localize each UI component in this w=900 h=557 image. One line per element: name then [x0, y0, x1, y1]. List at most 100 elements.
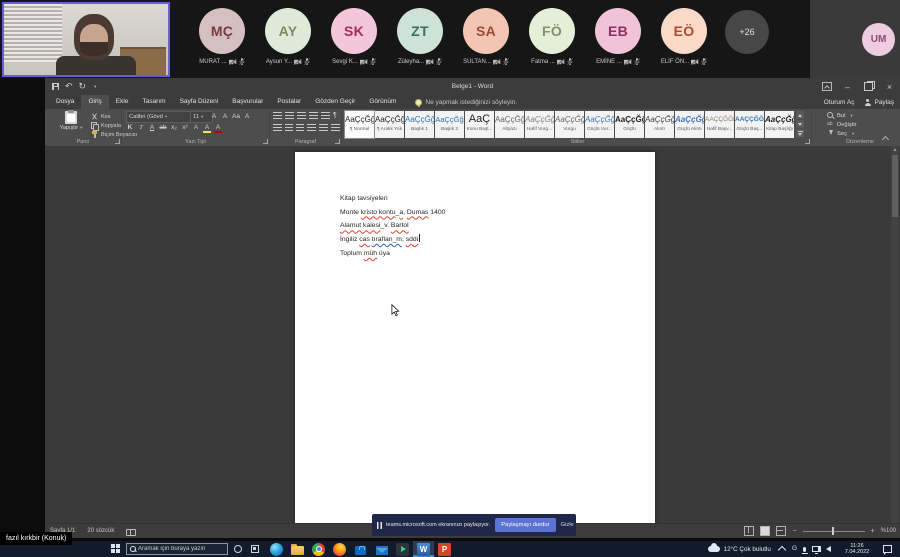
- ribbon-display-options-button[interactable]: [816, 78, 837, 95]
- zoom-level[interactable]: %100: [881, 528, 896, 534]
- read-mode-icon[interactable]: [744, 526, 754, 536]
- participant[interactable]: EÖ ELİF ÖN...: [651, 8, 717, 65]
- style-gallery-item[interactable]: AaÇçĞğ Başlık 1: [405, 111, 434, 138]
- justify-icon[interactable]: [307, 124, 316, 132]
- font-format-button[interactable]: A: [210, 112, 218, 121]
- tab-görünüm[interactable]: Görünüm: [362, 95, 403, 109]
- font-format-button[interactable]: A: [148, 123, 156, 132]
- font-format-button[interactable]: K: [126, 123, 134, 132]
- print-layout-icon[interactable]: [760, 526, 770, 536]
- document-line[interactable]: Monte kristo kontu_a, Dumas 1400: [340, 206, 620, 220]
- participant-avatar[interactable]: MÇ: [199, 8, 245, 54]
- firefox-app-button[interactable]: [329, 541, 350, 557]
- style-gallery-item[interactable]: AaÇçĞğHİ ¶ Aralık Yok: [375, 111, 404, 138]
- participant-avatar[interactable]: SA: [463, 8, 509, 54]
- bullet-list-icon[interactable]: [273, 112, 282, 120]
- font-format-button[interactable]: T: [137, 123, 145, 132]
- participant-avatar[interactable]: AY: [265, 8, 311, 54]
- file-explorer-app-button[interactable]: [287, 541, 308, 557]
- style-gallery-item[interactable]: AAÇÇĞĞH Hafif Başv...: [705, 111, 734, 138]
- chrome-app-button[interactable]: [308, 541, 329, 557]
- taskbar-search[interactable]: [126, 543, 228, 555]
- font-name-select[interactable]: Calibri (Gövd▾: [126, 111, 192, 123]
- align-right-icon[interactable]: [296, 124, 304, 132]
- style-gallery-item[interactable]: AaÇçĞğH Güçlü Vur...: [585, 111, 614, 138]
- powerpoint-app-button[interactable]: P: [434, 541, 455, 557]
- zoom-slider[interactable]: [803, 531, 865, 532]
- style-gallery-item[interactable]: AaÇçĞğH Güçlü: [615, 111, 644, 138]
- participant-avatar[interactable]: EB: [595, 8, 641, 54]
- style-gallery-item[interactable]: AaÇçĞğH Vurgu: [555, 111, 584, 138]
- participant[interactable]: EB EMİNE ...: [585, 8, 651, 65]
- style-gallery-item[interactable]: AAÇÇĞĞH Güçlü Baş...: [735, 111, 764, 138]
- tray-mic-icon[interactable]: [803, 547, 806, 552]
- decrease-indent-icon[interactable]: [309, 112, 318, 120]
- tab-başvurular[interactable]: Başvurular: [225, 95, 270, 109]
- pilcrow-icon[interactable]: ¶: [333, 112, 337, 120]
- hide-banner-link[interactable]: Gizle: [561, 522, 574, 528]
- presenter-video[interactable]: [2, 2, 170, 77]
- edge-app-button[interactable]: [266, 541, 287, 557]
- font-format-button[interactable]: x₂: [170, 123, 178, 132]
- tab-postalar[interactable]: Postalar: [270, 95, 308, 109]
- document-line[interactable]: Toplum müh üya: [340, 247, 620, 261]
- task-view-icon[interactable]: [251, 545, 259, 553]
- tab-sayfa-düzeni[interactable]: Sayfa Düzeni: [173, 95, 226, 109]
- document-line[interactable]: İngiliz cas tıraflan_m, sddi: [340, 233, 620, 247]
- numbered-list-icon[interactable]: [285, 112, 294, 120]
- cortana-icon[interactable]: [234, 545, 242, 553]
- style-gallery-item[interactable]: AaÇçĞğH Güçlü Alıntı: [675, 111, 704, 138]
- font-format-button[interactable]: A: [192, 123, 200, 132]
- align-center-icon[interactable]: [285, 124, 293, 132]
- font-format-button[interactable]: A: [243, 112, 251, 121]
- borders-icon[interactable]: [331, 124, 340, 132]
- document-line[interactable]: Alamut kalesi_v. Bartol: [340, 219, 620, 233]
- font-format-button[interactable]: ab: [159, 123, 167, 132]
- store-app-button[interactable]: [350, 541, 371, 557]
- document-line[interactable]: Kitap tavsiyeleri: [340, 192, 620, 206]
- vertical-scrollbar[interactable]: ▲: [891, 146, 899, 523]
- search-input[interactable]: [138, 546, 224, 552]
- scrollbar-thumb[interactable]: [892, 155, 898, 217]
- align-left-icon[interactable]: [273, 124, 282, 132]
- style-gallery-item[interactable]: AaÇçĞğH Kitap Başlığı: [765, 111, 794, 138]
- weather-text[interactable]: 12°C Çok bulutlu: [724, 546, 771, 553]
- gallery-down-icon[interactable]: [796, 120, 804, 128]
- word-app-button[interactable]: W: [413, 541, 434, 557]
- dialog-launcher-icon[interactable]: [115, 139, 120, 144]
- tab-ekle[interactable]: Ekle: [109, 95, 136, 109]
- style-gallery-item[interactable]: AaÇçĞğ Başlık 2: [435, 111, 464, 138]
- style-gallery-item[interactable]: AaÇ Konu Başl...: [465, 111, 494, 138]
- proofing-icon[interactable]: [126, 528, 135, 535]
- web-layout-icon[interactable]: [776, 526, 786, 536]
- tab-tasarım[interactable]: Tasarım: [135, 95, 172, 109]
- word-count[interactable]: 20 sözcük: [87, 528, 114, 534]
- document-page[interactable]: Kitap tavsiyeleriMonte kristo kontu_a, D…: [295, 152, 655, 523]
- tray-app-icon[interactable]: G: [792, 541, 797, 557]
- document-text[interactable]: Kitap tavsiyeleriMonte kristo kontu_a, D…: [340, 192, 620, 260]
- style-gallery-item[interactable]: AaÇçĞğH Altyazı: [495, 111, 524, 138]
- sign-in-link[interactable]: Oturum Aç: [824, 99, 855, 106]
- participant[interactable]: SA SULTAN...: [453, 8, 519, 65]
- restore-button[interactable]: [858, 78, 879, 95]
- media-app-app-button[interactable]: [392, 541, 413, 557]
- start-button[interactable]: [111, 544, 120, 553]
- gallery-up-icon[interactable]: [796, 111, 804, 119]
- stop-sharing-button[interactable]: Paylaşmayı durdur: [495, 518, 555, 532]
- hidden-icons-chevron[interactable]: [778, 546, 786, 554]
- increase-indent-icon[interactable]: [321, 112, 330, 120]
- speaker-icon[interactable]: [826, 546, 831, 552]
- gallery-more-icon[interactable]: [796, 129, 804, 137]
- minimize-button[interactable]: –: [837, 78, 858, 95]
- line-spacing-icon[interactable]: [319, 124, 328, 132]
- participant-avatar[interactable]: ZT: [397, 8, 443, 54]
- participant-avatar-self[interactable]: UM: [862, 23, 895, 56]
- collapse-ribbon-icon[interactable]: [883, 136, 889, 142]
- find-button[interactable]: Bul▾: [827, 111, 857, 120]
- font-format-button[interactable]: x²: [181, 123, 189, 132]
- mail-app-button[interactable]: [371, 541, 392, 557]
- dialog-launcher-icon[interactable]: [263, 139, 268, 144]
- share-button[interactable]: Paylaş: [864, 99, 894, 106]
- taskbar-clock[interactable]: 11:26 7.04.2022: [837, 543, 877, 556]
- pause-sharing-icon[interactable]: [377, 522, 382, 529]
